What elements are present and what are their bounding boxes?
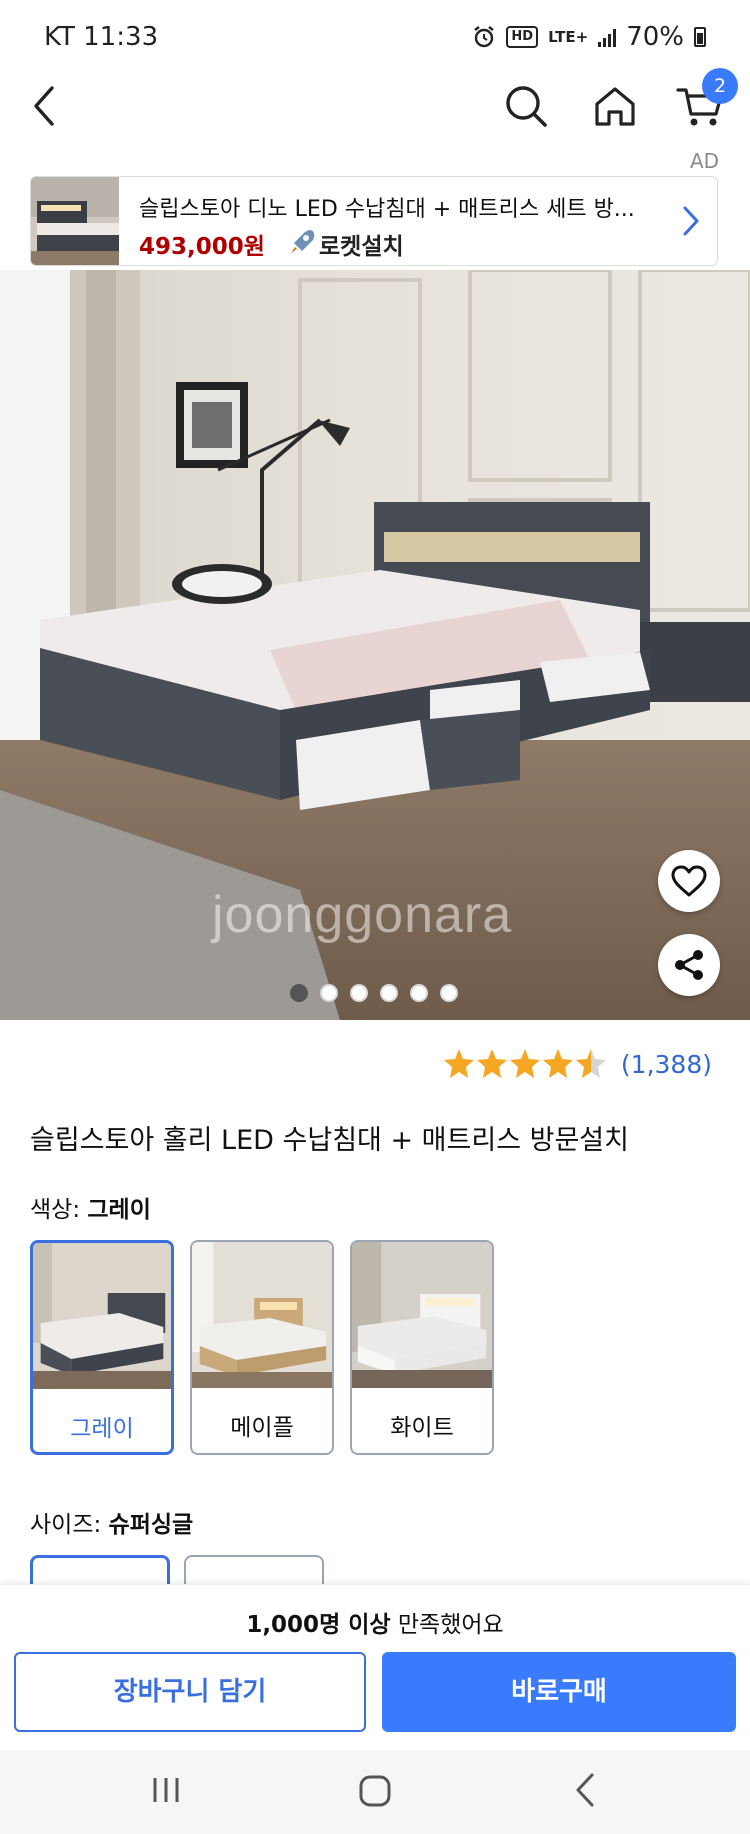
color-option-label: 색상: 그레이 [30, 1190, 151, 1224]
share-button[interactable] [658, 934, 720, 996]
hd-badge: HD [506, 26, 539, 48]
satisfaction-text: 1,000명 이상 만족했어요 [0, 1605, 750, 1639]
swatch-label: 화이트 [390, 1415, 454, 1441]
product-image-carousel[interactable]: joonggonara [0, 270, 750, 1020]
rating-summary[interactable]: (1,388) [443, 1048, 712, 1080]
network-type: LTE+ [548, 28, 589, 46]
swatch-image [33, 1243, 171, 1389]
ad-title: 슬립스토아 디노 LED 수납침대 + 매트리스 세트 방... [139, 197, 635, 222]
ad-price: 493,000원 [139, 234, 265, 260]
swatch-image [192, 1242, 332, 1388]
review-count[interactable]: (1,388) [621, 1050, 712, 1079]
watermark: joonggonara [212, 886, 513, 944]
satisfaction-suffix: 만족했어요 [390, 1612, 504, 1638]
add-to-cart-button[interactable]: 장바구니 담기 [14, 1652, 366, 1732]
size-option-2[interactable] [184, 1555, 324, 1585]
status-carrier-time: KT 11:33 [44, 22, 159, 52]
bottom-action-bar: 1,000명 이상 만족했어요 장바구니 담기 바로구매 [0, 1584, 750, 1749]
carousel-indicator [290, 984, 458, 1002]
satisfaction-count: 1,000명 이상 [246, 1612, 391, 1638]
swatch-label: 그레이 [70, 1416, 134, 1442]
system-navigation-bar [0, 1750, 750, 1834]
rocket-icon [291, 230, 315, 253]
carousel-dot[interactable] [350, 984, 368, 1002]
color-label: 색상: [30, 1197, 81, 1223]
ad-delivery-badge: 로켓설치 [319, 234, 404, 260]
carousel-dot[interactable] [290, 984, 308, 1002]
carousel-dot[interactable] [440, 984, 458, 1002]
color-swatch-maple[interactable]: 메이플 [190, 1240, 334, 1455]
status-bar: KT 11:33 HD LTE+ 70% [0, 0, 750, 80]
color-selected-value: 그레이 [87, 1197, 151, 1223]
carousel-dot[interactable] [410, 984, 428, 1002]
carousel-dot[interactable] [320, 984, 338, 1002]
search-icon[interactable] [504, 84, 548, 128]
battery-icon [694, 27, 706, 47]
star-rating [443, 1049, 606, 1078]
home-icon[interactable] [592, 84, 638, 128]
size-selected-value: 슈퍼싱글 [108, 1512, 194, 1538]
buy-now-button[interactable]: 바로구매 [382, 1652, 736, 1732]
color-swatch-gray[interactable]: 그레이 [30, 1240, 174, 1455]
back-nav-icon[interactable] [572, 1772, 598, 1808]
recent-apps-icon[interactable] [150, 1774, 182, 1806]
swatch-image [352, 1242, 492, 1388]
ad-banner[interactable]: 슬립스토아 디노 LED 수납침대 + 매트리스 세트 방... 493,000… [30, 176, 718, 266]
ad-product-thumbnail [31, 177, 119, 265]
product-title: 슬립스토아 홀리 LED 수납침대 + 매트리스 방문설치 [30, 1125, 629, 1156]
home-nav-icon[interactable] [358, 1774, 392, 1808]
size-label: 사이즈: [30, 1512, 102, 1538]
alarm-icon [474, 26, 495, 48]
battery-percent: 70% [626, 22, 684, 52]
ad-label: AD [690, 149, 720, 173]
signal-icon [598, 27, 617, 47]
status-icons: HD LTE+ 70% [472, 22, 706, 52]
carousel-dot[interactable] [380, 984, 398, 1002]
heart-icon [671, 865, 707, 897]
share-icon [675, 950, 703, 980]
back-icon[interactable] [26, 84, 62, 128]
color-swatch-white[interactable]: 화이트 [350, 1240, 494, 1455]
favorite-button[interactable] [658, 850, 720, 912]
cart-count-badge: 2 [702, 68, 738, 104]
size-option-1[interactable] [30, 1555, 170, 1585]
size-option-label: 사이즈: 슈퍼싱글 [30, 1505, 193, 1539]
chevron-right-icon [683, 206, 699, 236]
swatch-label: 메이플 [230, 1415, 294, 1441]
